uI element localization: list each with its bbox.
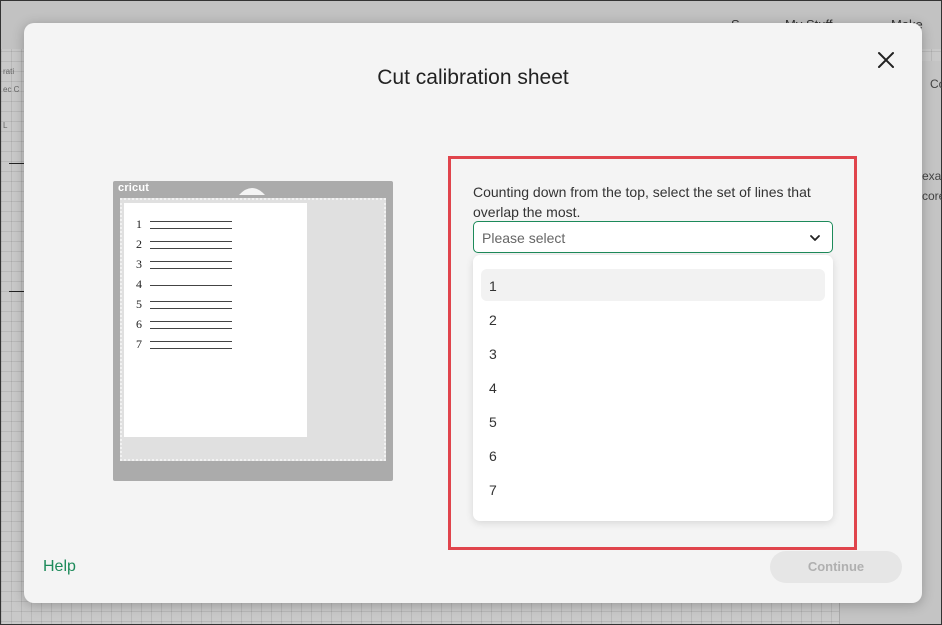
calibration-row: 3 xyxy=(136,257,246,273)
calibration-row: 1 xyxy=(136,217,246,233)
calibration-row: 7 xyxy=(136,337,246,353)
cutting-mat-illustration: cricut 1 2 3 4 5 6 7 xyxy=(113,181,393,481)
calibration-row-number: 1 xyxy=(136,217,142,231)
close-icon xyxy=(878,52,894,68)
line-set-dropdown: 1 2 3 4 5 6 7 xyxy=(473,255,833,521)
option-label: 4 xyxy=(489,380,497,396)
help-link[interactable]: Help xyxy=(43,558,76,576)
option-label: 1 xyxy=(489,278,497,294)
continue-button[interactable]: Continue xyxy=(770,551,902,583)
bg-right-text-3: core xyxy=(922,189,942,203)
option-label: 5 xyxy=(489,414,497,430)
calibration-row: 2 xyxy=(136,237,246,253)
select-placeholder: Please select xyxy=(482,230,566,246)
bg-right-text-1: Co xyxy=(930,77,942,91)
line-set-select[interactable]: Please select xyxy=(473,221,833,253)
option-label: 7 xyxy=(489,482,497,498)
calibration-row: 5 xyxy=(136,297,246,313)
calibration-lines xyxy=(150,301,232,309)
chevron-down-icon xyxy=(808,231,822,245)
option-label: 3 xyxy=(489,346,497,362)
dropdown-option-6[interactable]: 6 xyxy=(481,439,825,471)
calibration-sheet: 1 2 3 4 5 6 7 xyxy=(124,203,307,437)
calibration-row: 4 xyxy=(136,277,246,293)
mat-notch-icon xyxy=(239,188,265,195)
dropdown-option-2[interactable]: 2 xyxy=(481,303,825,335)
bg-left-text-2: ec C xyxy=(3,85,20,94)
close-button[interactable] xyxy=(873,47,899,73)
calibration-lines xyxy=(150,221,232,229)
calibration-lines xyxy=(150,241,232,249)
dropdown-option-5[interactable]: 5 xyxy=(481,405,825,437)
calibration-lines xyxy=(150,261,232,269)
calibration-lines xyxy=(150,341,232,349)
calibration-lines xyxy=(150,321,232,329)
calibration-modal: Cut calibration sheet cricut 1 2 3 4 5 6… xyxy=(24,23,922,603)
bg-left-text-1: rati xyxy=(3,67,15,76)
bg-left-text-3: L xyxy=(3,121,8,130)
calibration-row-number: 2 xyxy=(136,237,142,251)
modal-title: Cut calibration sheet xyxy=(377,66,569,89)
calibration-row: 6 xyxy=(136,317,246,333)
calibration-question: Counting down from the top, select the s… xyxy=(473,184,811,220)
calibration-row-number: 6 xyxy=(136,317,142,331)
bg-right-text-2: exag xyxy=(922,169,942,183)
option-label: 6 xyxy=(489,448,497,464)
calibration-row-number: 5 xyxy=(136,297,142,311)
dropdown-option-7[interactable]: 7 xyxy=(481,473,825,505)
option-label: 2 xyxy=(489,312,497,328)
bg-ruler-mark xyxy=(9,163,24,164)
calibration-lines xyxy=(150,285,232,286)
dropdown-option-3[interactable]: 3 xyxy=(481,337,825,369)
calibration-row-number: 4 xyxy=(136,277,142,291)
calibration-row-number: 7 xyxy=(136,337,142,351)
calibration-row-number: 3 xyxy=(136,257,142,271)
dropdown-option-1[interactable]: 1 xyxy=(481,269,825,301)
bg-ruler-mark xyxy=(9,291,24,292)
cricut-logo: cricut xyxy=(118,182,150,194)
dropdown-option-4[interactable]: 4 xyxy=(481,371,825,403)
